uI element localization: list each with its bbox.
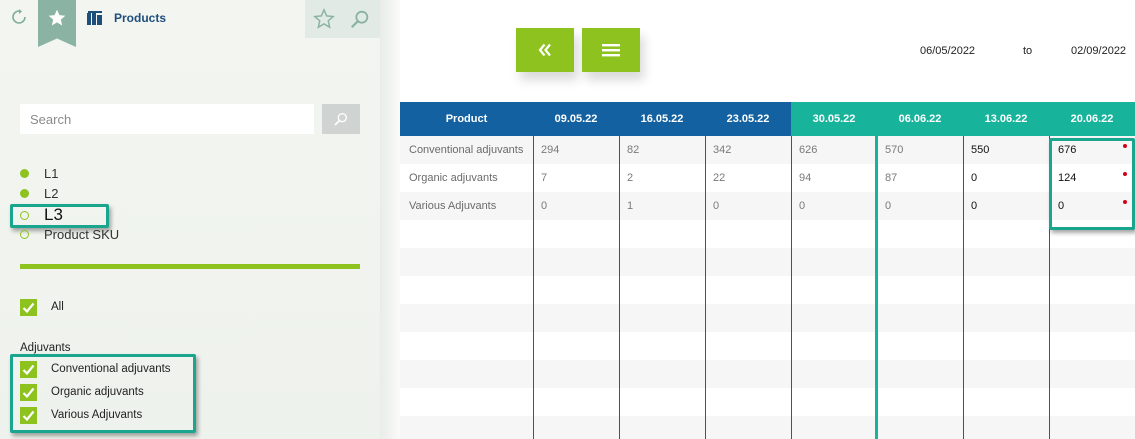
- table-cell[interactable]: 82: [627, 136, 639, 164]
- checkbox-all[interactable]: [20, 299, 37, 316]
- checkbox-all-label: All: [51, 301, 64, 313]
- level-label: Product SKU: [44, 227, 120, 242]
- table-cell[interactable]: 0: [799, 192, 805, 220]
- top-actions: [305, 0, 380, 38]
- level-l1[interactable]: L1: [20, 166, 58, 181]
- column-header-week[interactable]: 23.05.22: [705, 102, 791, 136]
- table-cell[interactable]: 0: [885, 192, 891, 220]
- data-grid: Product 09.05.22 16.05.22 23.05.22 30.05.22 0…: [400, 102, 1135, 439]
- table-cell[interactable]: 1: [627, 192, 633, 220]
- table-cell[interactable]: 0: [713, 192, 719, 220]
- column-highlight: [1049, 138, 1135, 230]
- search-icon: [334, 113, 347, 126]
- table-cell[interactable]: 2: [627, 164, 633, 192]
- table-row: [400, 332, 1135, 360]
- table-cell[interactable]: 294: [541, 136, 559, 164]
- adjuvants-highlight: [10, 354, 196, 433]
- date-to[interactable]: 02/09/2022: [1071, 45, 1126, 57]
- current-week-marker: [875, 136, 878, 439]
- search-button[interactable]: [322, 104, 360, 134]
- sidebar: Products L1 L2 L3: [0, 0, 380, 439]
- table-cell[interactable]: 22: [713, 164, 725, 192]
- row-label: Various Adjuvants: [409, 200, 497, 212]
- column-header-week[interactable]: 09.05.22: [533, 102, 619, 136]
- star-outline-icon[interactable]: [313, 8, 335, 30]
- table-cell[interactable]: 87: [885, 164, 897, 192]
- table-cell[interactable]: 570: [885, 136, 903, 164]
- double-chevron-left-icon: [538, 43, 551, 57]
- table-cell[interactable]: 94: [799, 164, 811, 192]
- divider: [20, 264, 360, 269]
- column-divider: [533, 136, 534, 439]
- radio-filled-icon: [20, 169, 29, 178]
- page-title: Products: [114, 11, 167, 25]
- level-product-sku[interactable]: Product SKU: [20, 227, 119, 242]
- table-row: [400, 164, 1135, 192]
- level-label: L2: [44, 186, 59, 201]
- column-header-product[interactable]: Product: [400, 102, 533, 136]
- table-cell[interactable]: 0: [541, 192, 547, 220]
- column-header-week[interactable]: 06.06.22: [877, 102, 963, 136]
- star-icon: [48, 9, 66, 26]
- date-from[interactable]: 06/05/2022: [920, 45, 975, 57]
- filter-group-label: Adjuvants: [20, 342, 71, 354]
- search-input[interactable]: [20, 104, 314, 134]
- table-row: [400, 360, 1135, 388]
- row-label: Conventional adjuvants: [409, 144, 524, 156]
- table-cell[interactable]: 7: [541, 164, 547, 192]
- table-row: [400, 192, 1135, 220]
- refresh-icon[interactable]: [8, 6, 30, 28]
- table-row: [400, 276, 1135, 304]
- table-cell[interactable]: 0: [971, 192, 977, 220]
- table-cell[interactable]: 626: [799, 136, 817, 164]
- column-divider: [963, 136, 964, 439]
- table-row: [400, 388, 1135, 416]
- table-row: [400, 304, 1135, 332]
- table-row: [400, 220, 1135, 248]
- level-label: L1: [44, 166, 59, 181]
- table-row: [400, 416, 1135, 439]
- products-icon: [87, 11, 102, 25]
- check-icon: [22, 302, 35, 314]
- date-separator: to: [1023, 45, 1033, 57]
- menu-button[interactable]: [582, 28, 640, 72]
- column-header-week[interactable]: 13.06.22: [963, 102, 1049, 136]
- menu-icon: [602, 44, 620, 57]
- radio-empty-icon: [20, 230, 29, 239]
- column-header-week[interactable]: 20.06.22: [1049, 102, 1135, 136]
- favorites-tab[interactable]: [38, 0, 76, 47]
- column-divider: [619, 136, 620, 439]
- table-row: [400, 248, 1135, 276]
- level-l2[interactable]: L2: [20, 186, 58, 201]
- collapse-button[interactable]: [516, 28, 574, 72]
- table-cell[interactable]: 342: [713, 136, 731, 164]
- table-cell[interactable]: 0: [971, 164, 977, 192]
- row-label: Organic adjuvants: [409, 172, 498, 184]
- column-divider: [705, 136, 706, 439]
- column-header-week[interactable]: 30.05.22: [791, 102, 877, 136]
- column-header-week[interactable]: 16.05.22: [619, 102, 705, 136]
- search-icon[interactable]: [349, 8, 371, 30]
- level-l3-highlight: [10, 204, 109, 228]
- table-cell[interactable]: 550: [971, 136, 989, 164]
- column-divider: [791, 136, 792, 439]
- sidebar-shadow: [380, 0, 400, 439]
- radio-filled-icon: [20, 189, 29, 198]
